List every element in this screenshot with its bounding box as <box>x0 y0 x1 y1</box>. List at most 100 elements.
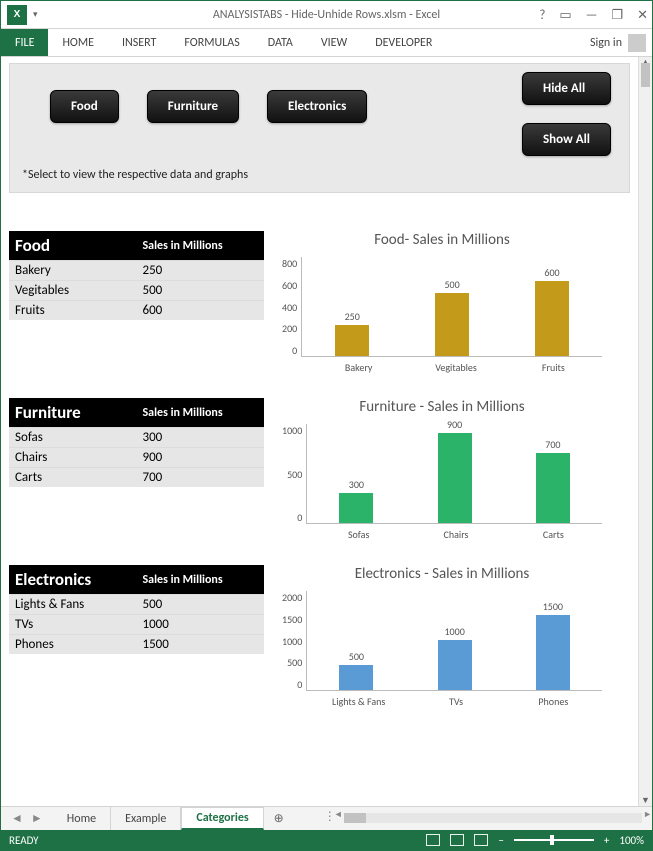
chart-electronics: Electronics - Sales in Millions200015001… <box>282 565 602 708</box>
chart-bar-value: 1500 <box>543 600 563 613</box>
chart-bar: 500 <box>422 278 482 356</box>
chart-y-axis: 10005000 <box>282 424 306 524</box>
excel-icon: X <box>7 5 27 25</box>
chart-bar-rect <box>438 640 472 690</box>
scroll-right-icon[interactable]: ► <box>643 809 652 820</box>
sheet-tab-home[interactable]: Home <box>53 807 111 830</box>
chart-y-axis: 2000150010005000 <box>282 591 306 691</box>
table-row: Chairs900 <box>9 448 264 468</box>
zoom-slider[interactable] <box>514 839 594 841</box>
hscroll-thumb[interactable] <box>344 813 366 823</box>
normal-view-icon[interactable] <box>426 834 440 846</box>
page-break-view-icon[interactable] <box>474 834 488 846</box>
chart-bar: 250 <box>322 310 382 356</box>
chart-x-label: Lights & Fans <box>310 691 407 708</box>
zoom-level[interactable]: 100% <box>619 834 644 847</box>
chart-bar: 500 <box>326 650 386 690</box>
chart-bar-rect <box>435 293 469 356</box>
chart-x-label: Phones <box>505 691 602 708</box>
food-button[interactable]: Food <box>50 90 119 123</box>
table-food: Food Sales in Millions Bakery250 Vegitab… <box>9 231 264 320</box>
hint-text: *Select to view the respective data and … <box>22 168 248 182</box>
scroll-left-icon[interactable]: ◄ <box>334 809 343 820</box>
chart-bar-value: 700 <box>545 438 560 451</box>
tab-developer[interactable]: DEVELOPER <box>361 29 446 56</box>
show-all-button[interactable]: Show All <box>522 123 611 156</box>
table-row: TVs1000 <box>9 615 264 635</box>
furniture-button[interactable]: Furniture <box>147 90 239 123</box>
chart-bar-value: 500 <box>444 278 459 291</box>
status-bar: READY − + 100% <box>1 830 652 850</box>
chart-food: Food- Sales in Millions80060040020002505… <box>282 231 602 374</box>
chart-bar: 700 <box>523 438 583 523</box>
tab-insert[interactable]: INSERT <box>108 29 170 56</box>
table-row: Bakery250 <box>9 261 264 281</box>
chart-plot: 300900700 <box>306 424 602 524</box>
ribbon-tabs: FILE HOME INSERT FORMULAS DATA VIEW DEVE… <box>1 29 652 57</box>
chart-bar-value: 900 <box>447 418 462 431</box>
table-header-category: Furniture <box>9 398 137 428</box>
chart-bar-value: 250 <box>345 310 360 323</box>
chart-bar: 600 <box>522 266 582 356</box>
chart-plot: 250 500 600 <box>301 257 602 357</box>
table-header-value: Sales in Millions <box>137 398 265 428</box>
worksheet-area: Food Furniture Electronics Hide All Show… <box>1 57 638 806</box>
chart-bar-rect <box>339 665 373 690</box>
table-row: Sofas300 <box>9 428 264 448</box>
tab-data[interactable]: DATA <box>254 29 307 56</box>
tab-view[interactable]: VIEW <box>307 29 361 56</box>
title-bar: X ▾ ANALYSISTABS - Hide-Unhide Rows.xlsm… <box>1 1 652 29</box>
help-icon[interactable]: ? <box>539 8 545 23</box>
table-header-value: Sales in Millions <box>137 565 265 595</box>
chart-bar-rect <box>339 493 373 523</box>
scrollbar-thumb[interactable] <box>641 63 650 87</box>
minimize-icon[interactable]: — <box>586 8 598 23</box>
chart-bar-value: 300 <box>349 478 364 491</box>
chart-bar-rect <box>536 453 570 523</box>
table-row: Phones1500 <box>9 635 264 655</box>
ribbon-display-icon[interactable]: ▭ <box>559 8 571 23</box>
sheet-prev-icon[interactable]: ◄ <box>11 811 23 826</box>
page-layout-view-icon[interactable] <box>450 834 464 846</box>
restore-icon[interactable]: ❐ <box>611 8 623 23</box>
vertical-scrollbar[interactable]: ▲ ▼ <box>638 57 652 806</box>
table-furniture: Furniture Sales in Millions Sofas300 Cha… <box>9 398 264 487</box>
zoom-in-button[interactable]: + <box>604 834 609 847</box>
avatar-icon <box>628 34 646 52</box>
sheet-nav-arrows[interactable]: ◄ ► <box>1 807 53 830</box>
horizontal-scrollbar[interactable]: ⋮ ◄ ► <box>294 807 652 830</box>
sheet-tab-categories[interactable]: Categories <box>181 807 263 830</box>
chart-bar-value: 1000 <box>444 625 464 638</box>
status-ready: READY <box>9 834 39 847</box>
table-header-category: Food <box>9 231 137 261</box>
qat-dropdown-icon[interactable]: ▾ <box>33 9 38 20</box>
chart-bar: 1500 <box>523 600 583 690</box>
sheet-next-icon[interactable]: ► <box>31 811 43 826</box>
table-row: Fruits600 <box>9 301 264 321</box>
sign-in-label: Sign in <box>590 36 622 50</box>
chart-x-label: Sofas <box>310 524 407 541</box>
chart-bar-rect <box>335 325 369 356</box>
chart-x-label: Vegitables <box>407 357 504 374</box>
data-sections: Food Sales in Millions Bakery250 Vegitab… <box>9 231 630 708</box>
control-panel: Food Furniture Electronics Hide All Show… <box>9 63 630 193</box>
tab-file[interactable]: FILE <box>1 29 48 56</box>
chart-bar-value: 600 <box>544 266 559 279</box>
hide-all-button[interactable]: Hide All <box>522 72 611 105</box>
hscroll-track[interactable] <box>344 813 642 823</box>
tab-home[interactable]: HOME <box>48 29 108 56</box>
tab-formulas[interactable]: FORMULAS <box>170 29 253 56</box>
table-header-value: Sales in Millions <box>137 231 265 261</box>
chart-title: Furniture - Sales in Millions <box>282 398 602 416</box>
new-sheet-button[interactable]: ⊕ <box>264 807 294 830</box>
electronics-button[interactable]: Electronics <box>267 90 367 123</box>
sheet-tab-example[interactable]: Example <box>111 807 181 830</box>
chart-bar: 900 <box>425 418 485 523</box>
sign-in[interactable]: Sign in <box>590 29 646 57</box>
chart-x-axis: Lights & FansTVsPhones <box>310 691 602 708</box>
chart-bar-rect <box>438 433 472 523</box>
status-right: − + 100% <box>426 834 644 847</box>
close-icon[interactable]: ✕ <box>637 8 648 23</box>
scroll-down-icon[interactable]: ▼ <box>639 795 652 806</box>
zoom-out-button[interactable]: − <box>498 834 503 847</box>
